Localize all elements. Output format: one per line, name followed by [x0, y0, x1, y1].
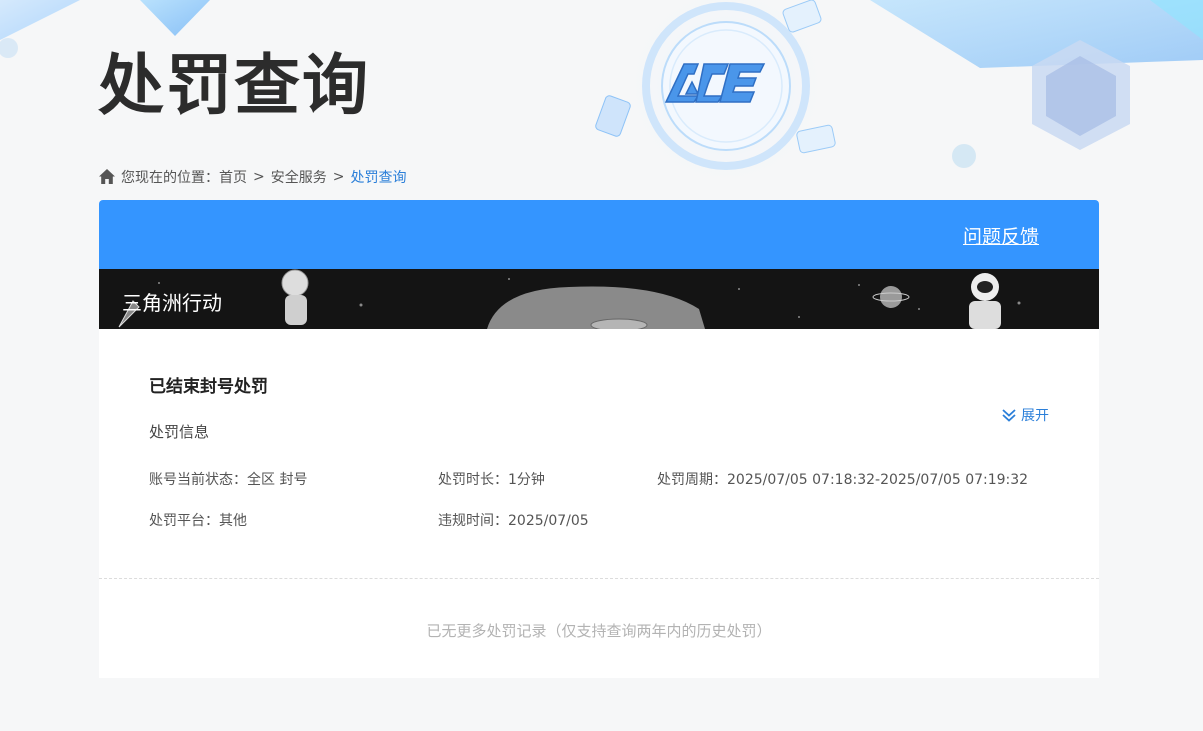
violation-time: 违规时间：2025/07/05: [438, 513, 589, 529]
game-banner: 三角洲行动: [99, 269, 1099, 329]
breadcrumb-current: 处罚查询: [350, 170, 407, 186]
expand-button[interactable]: 展开: [1001, 405, 1049, 425]
game-name: 三角洲行动: [122, 291, 222, 315]
breadcrumb-separator: >: [253, 169, 265, 185]
breadcrumb-prefix: 您现在的位置：: [121, 170, 219, 186]
home-icon: [99, 169, 115, 184]
card-header: 问题反馈: [99, 200, 1099, 269]
ace-logo: [664, 63, 766, 103]
penalty-duration: 处罚时长：1分钟: [438, 472, 545, 488]
penalty-status-title: 已结束封号处罚: [149, 377, 268, 397]
penalty-info-label: 处罚信息: [149, 423, 210, 441]
no-more-records: 已无更多处罚记录（仅支持查询两年内的历史处罚）: [426, 622, 772, 640]
info-row: 账号当前状态：全区 封号 处罚时长：1分钟 处罚周期：2025/07/05 07…: [149, 469, 1049, 489]
page-title: 处罚查询: [98, 47, 370, 124]
penalty-platform: 处罚平台：其他: [149, 513, 247, 529]
feedback-link[interactable]: 问题反馈: [963, 222, 1039, 249]
breadcrumb-home[interactable]: 首页: [219, 167, 247, 187]
info-row: 处罚平台：其他 违规时间：2025/07/05: [149, 510, 1049, 530]
banner-illustration: [118, 269, 1021, 329]
breadcrumb-security-services[interactable]: 安全服务: [271, 167, 327, 187]
double-chevron-down-icon: [1002, 409, 1016, 422]
record-content: 已结束封号处罚 处罚信息 账号当前状态：全区 封号 处罚时长：1分钟 处罚周期：…: [99, 372, 1099, 530]
account-status: 账号当前状态：全区 封号: [149, 472, 308, 488]
penalty-period: 处罚周期：2025/07/05 07:18:32-2025/07/05 07:1…: [657, 472, 1029, 488]
breadcrumb: 您现在的位置： 首页 > 安全服务 > 处罚查询: [98, 166, 406, 188]
divider: [99, 578, 1099, 579]
penalty-card: 问题反馈 三角洲行动 已结束封号处罚 处罚信息 账号当前状态：全区 封号 处罚时…: [99, 200, 1099, 678]
expand-label: 展开: [1021, 408, 1049, 424]
breadcrumb-separator: >: [332, 169, 345, 185]
